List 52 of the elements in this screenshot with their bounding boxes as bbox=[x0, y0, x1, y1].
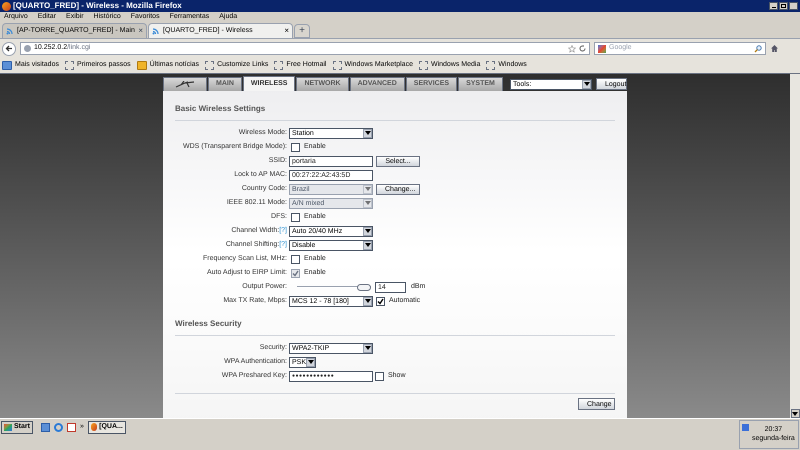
page-icon bbox=[332, 61, 342, 70]
app-icon[interactable] bbox=[66, 422, 76, 432]
new-tab-button[interactable]: + bbox=[294, 24, 310, 38]
logo-icon bbox=[175, 81, 195, 88]
section-title: Wireless Security bbox=[175, 319, 242, 328]
checkbox[interactable] bbox=[291, 142, 300, 152]
star-icon[interactable] bbox=[568, 44, 576, 52]
home-icon[interactable] bbox=[770, 44, 779, 53]
browser-icon[interactable] bbox=[54, 422, 63, 432]
dropdown-arrow-icon bbox=[364, 229, 370, 233]
dropdown-arrow-icon bbox=[364, 243, 370, 247]
page-icon bbox=[418, 61, 428, 70]
checkbox[interactable] bbox=[375, 372, 384, 380]
folder-icon bbox=[2, 61, 12, 70]
scroll-down-icon bbox=[792, 412, 798, 416]
tab-close[interactable]: × bbox=[284, 25, 289, 37]
dropdown-arrow-icon bbox=[308, 360, 314, 364]
search-icon[interactable] bbox=[754, 44, 762, 52]
dropdown-arrow-icon bbox=[364, 201, 370, 205]
checkbox[interactable] bbox=[376, 296, 385, 306]
page-icon bbox=[64, 61, 74, 70]
minimize-icon[interactable] bbox=[769, 2, 778, 10]
rss-folder-icon bbox=[136, 61, 147, 70]
firefox-icon bbox=[2, 2, 11, 10]
dropdown-arrow-icon bbox=[364, 346, 370, 350]
dropdown-arrow-icon bbox=[364, 187, 370, 191]
network-icon bbox=[742, 424, 749, 431]
page-icon bbox=[486, 61, 496, 70]
window-title: [QUARTO_FRED] - Wireless - Mozilla Firefox bbox=[13, 2, 182, 10]
windows-logo-icon bbox=[4, 424, 12, 430]
checkbox[interactable] bbox=[291, 254, 300, 264]
section-title: Basic Wireless Settings bbox=[175, 104, 266, 113]
tab-close[interactable]: × bbox=[138, 25, 143, 37]
firefox-icon bbox=[90, 423, 98, 431]
desktop-icon[interactable] bbox=[40, 422, 50, 432]
google-icon bbox=[598, 44, 606, 52]
dropdown-arrow-icon bbox=[364, 131, 370, 135]
dropdown-arrow-icon bbox=[364, 299, 370, 303]
checkbox[interactable] bbox=[291, 212, 300, 222]
scrollbar[interactable] bbox=[790, 74, 800, 418]
rss-icon bbox=[6, 27, 14, 35]
back-arrow-icon bbox=[5, 45, 13, 52]
page-icon bbox=[274, 61, 284, 70]
slider-thumb[interactable] bbox=[357, 284, 371, 290]
dropdown-arrow-icon bbox=[584, 82, 590, 86]
back-button[interactable] bbox=[2, 42, 16, 56]
rss-icon bbox=[152, 27, 160, 35]
page-icon bbox=[205, 61, 214, 70]
restore-icon[interactable] bbox=[779, 2, 788, 10]
logo-tab[interactable] bbox=[163, 77, 207, 91]
reload-icon[interactable] bbox=[579, 45, 586, 52]
globe-icon bbox=[24, 45, 31, 52]
